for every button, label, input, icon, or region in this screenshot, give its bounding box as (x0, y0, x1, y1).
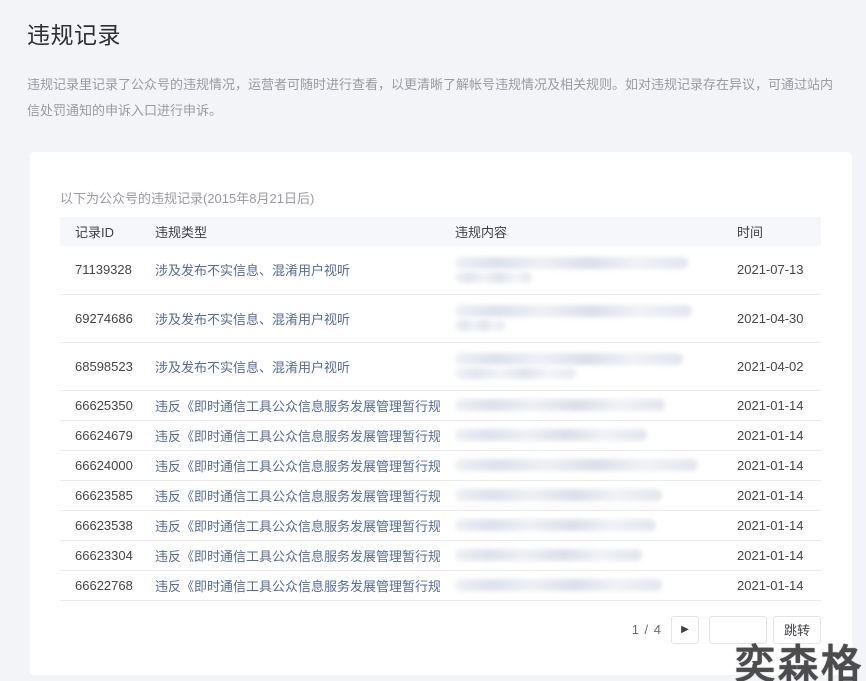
page-indicator: 1 / 4 (632, 622, 662, 637)
pagination: 1 / 4 ▶ 跳转 (60, 616, 821, 644)
table-header-row: 记录ID 违规类型 违规内容 时间 (60, 217, 821, 246)
records-card: 以下为公众号的违规记录(2015年8月21日后) 记录ID 违规类型 违规内容 … (30, 152, 852, 675)
violation-type-link[interactable]: 涉及发布不实信息、混淆用户视听 (155, 312, 350, 327)
record-time-cell: 2021-01-14 (722, 390, 821, 420)
page-description: 违规记录里记录了公众号的违规情况，运营者可随时进行查看，以更清晰了解帐号违规情况… (27, 72, 839, 124)
violation-content-cell (440, 570, 722, 600)
record-id-cell: 69274686 (60, 294, 140, 342)
table-row: 71139328 涉及发布不实信息、混淆用户视听 2021-07-13 (60, 246, 821, 294)
column-header-time: 时间 (722, 217, 821, 246)
page-jump-input[interactable] (709, 616, 767, 644)
redacted-content (455, 368, 576, 379)
table-row: 68598523 涉及发布不实信息、混淆用户视听 2021-04-02 (60, 342, 821, 390)
table-row: 66623304 违反《即时通信工具公众信息服务发展管理暂行规定》 2021-0… (60, 540, 821, 570)
record-id-cell: 66623585 (60, 480, 140, 510)
record-time-cell: 2021-01-14 (722, 450, 821, 480)
next-page-button[interactable]: ▶ (671, 616, 699, 644)
record-time-cell: 2021-07-13 (722, 246, 821, 294)
table-row: 66623585 违反《即时通信工具公众信息服务发展管理暂行规定》 2021-0… (60, 480, 821, 510)
violation-type-link[interactable]: 涉及发布不实信息、混淆用户视听 (155, 263, 350, 278)
redacted-content (455, 459, 698, 471)
violation-content-cell (440, 510, 722, 540)
record-time-cell: 2021-04-02 (722, 342, 821, 390)
record-id-cell: 66623304 (60, 540, 140, 570)
violation-content-cell (440, 294, 722, 342)
redacted-content (455, 519, 656, 531)
violation-type-link[interactable]: 违反《即时通信工具公众信息服务发展管理暂行规定》 (155, 489, 440, 504)
record-time-cell: 2021-01-14 (722, 540, 821, 570)
record-time-cell: 2021-04-30 (722, 294, 821, 342)
record-time-cell: 2021-01-14 (722, 480, 821, 510)
violation-type-link[interactable]: 违反《即时通信工具公众信息服务发展管理暂行规定》 (155, 459, 440, 474)
redacted-content (455, 353, 683, 365)
record-id-cell: 71139328 (60, 246, 140, 294)
record-id-cell: 68598523 (60, 342, 140, 390)
table-row: 66624000 违反《即时通信工具公众信息服务发展管理暂行规定》 2021-0… (60, 450, 821, 480)
redacted-content (455, 272, 532, 283)
redacted-content (455, 549, 642, 561)
violation-type-link[interactable]: 违反《即时通信工具公众信息服务发展管理暂行规定》 (155, 579, 440, 594)
record-time-cell: 2021-01-14 (722, 510, 821, 540)
column-header-violation-type: 违规类型 (140, 217, 440, 246)
next-page-icon: ▶ (681, 625, 689, 635)
violation-type-link[interactable]: 违反《即时通信工具公众信息服务发展管理暂行规定》 (155, 399, 440, 414)
redacted-content (455, 579, 662, 591)
column-header-record-id: 记录ID (60, 217, 140, 246)
violation-type-link[interactable]: 涉及发布不实信息、混淆用户视听 (155, 360, 350, 375)
violation-type-link[interactable]: 违反《即时通信工具公众信息服务发展管理暂行规定》 (155, 549, 440, 564)
violation-content-cell (440, 390, 722, 420)
records-tbody: 71139328 涉及发布不实信息、混淆用户视听 2021-07-13 6927… (60, 246, 821, 600)
table-row: 66624679 违反《即时通信工具公众信息服务发展管理暂行规定》 2021-0… (60, 420, 821, 450)
violation-type-link[interactable]: 违反《即时通信工具公众信息服务发展管理暂行规定》 (155, 429, 440, 444)
record-id-cell: 66622768 (60, 570, 140, 600)
table-row: 66623538 违反《即时通信工具公众信息服务发展管理暂行规定》 2021-0… (60, 510, 821, 540)
violation-type-link[interactable]: 违反《即时通信工具公众信息服务发展管理暂行规定》 (155, 519, 440, 534)
violation-content-cell (440, 450, 722, 480)
record-time-cell: 2021-01-14 (722, 570, 821, 600)
redacted-content (455, 257, 688, 269)
record-id-cell: 66624000 (60, 450, 140, 480)
table-row: 66622768 违反《即时通信工具公众信息服务发展管理暂行规定》 2021-0… (60, 570, 821, 600)
page-title: 违规记录 (27, 16, 839, 50)
violation-content-cell (440, 420, 722, 450)
redacted-content (455, 305, 692, 317)
record-id-cell: 66623538 (60, 510, 140, 540)
redacted-content (455, 399, 665, 411)
jump-button[interactable]: 跳转 (773, 616, 821, 644)
redacted-content (455, 320, 505, 331)
redacted-content (455, 489, 662, 501)
table-row: 69274686 涉及发布不实信息、混淆用户视听 2021-04-30 (60, 294, 821, 342)
violation-content-cell (440, 480, 722, 510)
table-row: 66625350 违反《即时通信工具公众信息服务发展管理暂行规定》 2021-0… (60, 390, 821, 420)
record-id-cell: 66625350 (60, 390, 140, 420)
violation-content-cell (440, 540, 722, 570)
violation-content-cell (440, 342, 722, 390)
column-header-violation-content: 违规内容 (440, 217, 722, 246)
record-time-cell: 2021-01-14 (722, 420, 821, 450)
table-caption: 以下为公众号的违规记录(2015年8月21日后) (60, 188, 822, 207)
record-id-cell: 66624679 (60, 420, 140, 450)
redacted-content (455, 429, 647, 441)
page-header: 违规记录 违规记录里记录了公众号的违规情况，运营者可随时进行查看，以更清晰了解帐… (0, 0, 866, 124)
violation-records-table: 记录ID 违规类型 违规内容 时间 71139328 涉及发布不实信息、混淆用户… (60, 217, 821, 601)
violation-content-cell (440, 246, 722, 294)
